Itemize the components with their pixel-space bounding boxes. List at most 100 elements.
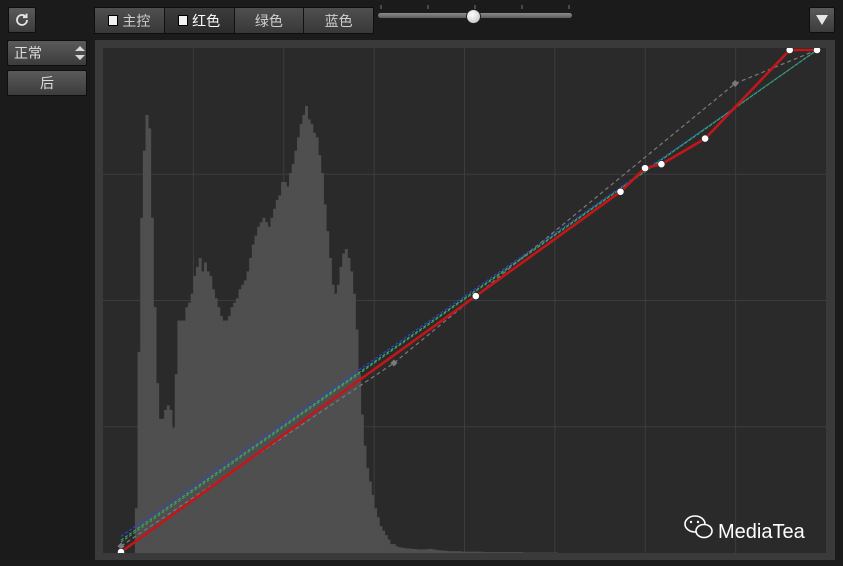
histogram-bar (382, 530, 386, 553)
histogram-bar (406, 548, 409, 553)
red-control-point[interactable] (616, 187, 625, 196)
histogram-bar (421, 549, 425, 553)
histogram-bar (392, 544, 396, 553)
histogram-bar (424, 549, 428, 553)
histogram-bar (507, 552, 510, 553)
histogram-bar (437, 550, 441, 553)
histogram-bar (517, 552, 521, 553)
histogram-bar (459, 551, 463, 553)
watermark-text: MediaTea (718, 521, 806, 543)
tab-red[interactable]: 红色 (164, 8, 235, 33)
red-control-point[interactable] (785, 48, 794, 54)
histogram-bar (331, 284, 335, 553)
tab-label: 主控 (122, 13, 151, 30)
red-control-point[interactable] (641, 164, 649, 173)
histogram-bar (211, 289, 215, 553)
histogram-bar (235, 298, 239, 553)
menu-button[interactable] (809, 7, 835, 33)
histogram-bar (172, 427, 176, 553)
histogram-bar (344, 249, 348, 553)
histogram-bar (222, 320, 226, 553)
histogram-bar (286, 186, 290, 553)
histogram-bar (275, 199, 279, 553)
histogram-bar (177, 320, 181, 553)
checkbox-icon[interactable] (108, 15, 119, 26)
histogram-bar (161, 418, 165, 553)
histogram-bar (281, 181, 285, 553)
red-control-point[interactable] (813, 48, 821, 54)
blend-mode-select[interactable]: 正常 (7, 40, 87, 66)
up-down-arrows-icon (75, 46, 85, 60)
histogram-bar (204, 262, 207, 553)
histogram-bar (225, 320, 229, 553)
histogram-bar (299, 123, 303, 553)
histogram-bar (262, 217, 266, 553)
histogram-bar (283, 181, 287, 553)
histogram-bar (158, 418, 162, 553)
histogram-bar (294, 150, 298, 553)
histogram-bar (376, 517, 380, 553)
histogram-bar (217, 307, 221, 553)
histogram-bar (150, 217, 154, 553)
histogram-bar (390, 544, 394, 553)
histogram-bar (501, 552, 505, 553)
histogram-bar (387, 539, 391, 553)
histogram-bar (493, 552, 497, 553)
red-control-point[interactable] (117, 548, 125, 553)
histogram-bar (206, 271, 210, 553)
histogram-bar (249, 257, 253, 553)
red-control-point[interactable] (701, 134, 709, 143)
histogram-bar (496, 552, 500, 553)
histogram-bar (432, 549, 436, 553)
histogram-bar (267, 226, 271, 553)
histogram-bar (368, 481, 372, 553)
histogram-bar (411, 548, 415, 553)
histogram-bar (180, 320, 184, 553)
histogram-bar (259, 222, 263, 553)
histogram-bar (416, 549, 420, 553)
histogram-bar (440, 550, 444, 553)
histogram-bar (310, 123, 314, 553)
histogram-bar (350, 271, 354, 553)
refresh-icon (16, 13, 28, 26)
histogram-bar (371, 494, 375, 553)
histogram-bar (169, 409, 173, 553)
slider-thumb[interactable] (466, 9, 482, 24)
histogram-bar (302, 114, 306, 553)
histogram-bar (398, 547, 402, 553)
histogram-bar (320, 173, 324, 553)
histogram-bar (374, 508, 378, 553)
histogram-bar (485, 552, 489, 553)
histogram-bar (323, 204, 327, 553)
histogram-bar (445, 550, 449, 553)
histogram-bar (427, 548, 431, 553)
tab-master[interactable]: 主控 (95, 8, 165, 33)
checkbox-icon[interactable] (178, 15, 189, 26)
histogram-bar (188, 302, 192, 553)
after-button[interactable]: 后 (7, 70, 87, 96)
histogram-bar (360, 414, 364, 553)
histogram-bar (265, 222, 269, 553)
histogram-bar (366, 468, 370, 553)
histogram-bar (142, 150, 146, 553)
tab-blue[interactable]: 蓝色 (304, 8, 373, 33)
histogram-bar (435, 549, 439, 553)
histogram-bar (515, 552, 518, 553)
histogram-bar (403, 548, 407, 553)
red-control-point[interactable] (471, 292, 480, 300)
red-control-point[interactable] (657, 160, 666, 169)
histogram-bar (145, 114, 149, 553)
histogram-bar (347, 257, 351, 553)
tab-green[interactable]: 绿色 (234, 8, 305, 33)
histogram-bar (193, 275, 197, 553)
histogram-bar (384, 535, 388, 553)
blend-mode-value: 正常 (14, 46, 42, 62)
curves-graph[interactable]: MediaTea (103, 48, 826, 553)
histogram-bar (254, 235, 258, 553)
histogram-bar (342, 253, 346, 553)
histogram-bar (174, 374, 178, 553)
histogram-bar (185, 307, 189, 553)
histogram-bar (520, 552, 524, 553)
reset-button[interactable] (8, 7, 36, 33)
histogram-bar (214, 298, 218, 553)
